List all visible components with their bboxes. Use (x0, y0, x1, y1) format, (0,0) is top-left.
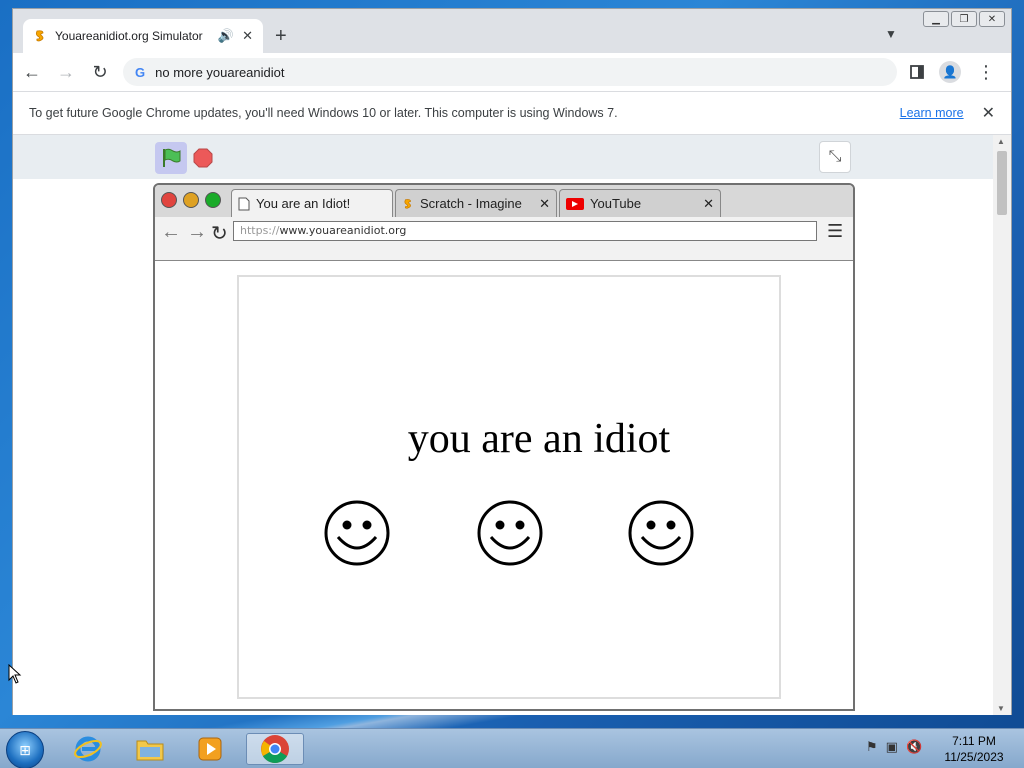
sim-url-protocol: https:// (240, 224, 280, 237)
sim-tab-title: YouTube (590, 196, 642, 211)
system-clock[interactable]: 7:11 PM 11/25/2023 (936, 733, 1012, 765)
volume-muted-icon[interactable]: 🔇 (906, 739, 922, 755)
sim-tab-youtube[interactable]: YouTube ✕ (559, 189, 721, 217)
sim-menu-icon[interactable]: ☰ (827, 221, 843, 242)
profile-avatar[interactable]: 👤 (939, 61, 961, 83)
action-center-flag-icon[interactable]: ⚑ (866, 739, 878, 755)
system-tray: ⚑ ▣ 🔇 (866, 739, 922, 755)
scroll-thumb[interactable] (997, 151, 1007, 215)
chrome-taskbar-button[interactable] (246, 733, 304, 765)
sim-tab-strip: You are an Idiot! Scratch - Imagine ✕ Yo… (155, 185, 853, 217)
sim-tab-idiot[interactable]: You are an Idiot! (231, 189, 393, 217)
menu-icon[interactable]: ⋮ (975, 62, 997, 83)
start-button[interactable]: ⊞ (6, 731, 44, 768)
learn-more-link[interactable]: Learn more (900, 106, 964, 120)
sim-back-icon[interactable]: ← (161, 221, 181, 244)
scroll-up-icon[interactable]: ▲ (997, 137, 1005, 146)
internet-explorer-icon (74, 736, 102, 762)
close-window-button[interactable]: ✕ (979, 11, 1005, 27)
sim-address-bar[interactable]: https://www.youareanidiot.org (233, 221, 817, 241)
address-bar[interactable]: G no more youareanidiot (123, 58, 897, 86)
sim-url-host: www.youareanidiot.org (279, 224, 407, 237)
taskbar: ⊞ ⚑ ▣ 🔇 7:11 PM 11/25/2023 (0, 728, 1024, 768)
minimize-button[interactable]: ▁ (923, 11, 949, 27)
toolbar: ← → ↻ G no more youareanidiot 👤 ⋮ (13, 53, 1011, 91)
reload-button[interactable]: ↻ (89, 62, 111, 83)
sim-page: you are an idiot (237, 275, 781, 699)
maximize-button[interactable]: ❐ (951, 11, 977, 27)
sim-tab-title: You are an Idiot! (256, 196, 351, 211)
tab-title: Youareanidiot.org Simulator (55, 29, 203, 43)
sim-toolbar: ← → ↻ https://www.youareanidiot.org ☰ (155, 217, 853, 261)
google-icon: G (135, 64, 146, 80)
side-panel-icon[interactable] (909, 64, 925, 80)
shrink-icon: ⤡ (828, 148, 842, 165)
mouse-cursor-icon (8, 664, 22, 684)
page-content: ⤡ You are an Idiot! Scratch - Imagine ✕ … (13, 135, 995, 715)
back-button[interactable]: ← (21, 62, 43, 83)
chrome-window: Youareanidiot.org Simulator 🔊 ✕ + ▼ ▁ ❐ … (12, 8, 1012, 715)
simulated-browser: You are an Idiot! Scratch - Imagine ✕ Yo… (153, 183, 855, 711)
scroll-down-icon[interactable]: ▼ (997, 704, 1005, 713)
sim-tab-scratch[interactable]: Scratch - Imagine ✕ (395, 189, 557, 217)
sim-tab-close-icon[interactable]: ✕ (703, 196, 714, 212)
vertical-scrollbar[interactable]: ▲ ▼ (993, 135, 1011, 715)
window-controls: ▁ ❐ ✕ (923, 11, 1005, 27)
infobar-close-icon[interactable]: ✕ (982, 103, 995, 123)
youtube-icon (566, 197, 584, 210)
smiley-icon (324, 500, 390, 566)
tab-strip: Youareanidiot.org Simulator 🔊 ✕ + ▼ ▁ ❐ … (13, 9, 1011, 53)
update-infobar: To get future Google Chrome updates, you… (13, 91, 1011, 135)
tab-close-icon[interactable]: ✕ (242, 28, 253, 44)
sim-tab-title: Scratch - Imagine (420, 196, 522, 211)
clock-date: 11/25/2023 (944, 750, 1004, 764)
forward-button[interactable]: → (55, 62, 77, 83)
new-tab-button[interactable]: + (275, 25, 287, 48)
infobar-message: To get future Google Chrome updates, you… (29, 106, 618, 120)
file-explorer-button[interactable] (128, 733, 172, 765)
sim-maximize-dot[interactable] (205, 192, 221, 208)
network-icon[interactable]: ▣ (886, 739, 898, 755)
sim-forward-icon[interactable]: → (187, 221, 207, 244)
green-flag-icon (163, 148, 181, 167)
tab-search-chevron-icon[interactable]: ▼ (885, 27, 897, 41)
stop-button[interactable] (193, 148, 213, 168)
idiot-message: you are an idiot (407, 416, 671, 462)
sim-minimize-dot[interactable] (183, 192, 199, 208)
windows-logo-icon: ⊞ (19, 741, 31, 758)
media-player-icon (198, 737, 222, 761)
sim-tab-close-icon[interactable]: ✕ (539, 196, 550, 212)
media-player-button[interactable] (188, 733, 232, 765)
smiley-icon (477, 500, 543, 566)
folder-icon (136, 740, 164, 761)
address-text[interactable]: no more youareanidiot (155, 65, 284, 80)
smiley-icon (628, 500, 694, 566)
scratch-player-bar: ⤡ (13, 135, 995, 179)
tab-simulator[interactable]: Youareanidiot.org Simulator 🔊 ✕ (23, 19, 263, 53)
sim-reload-icon[interactable]: ↻ (211, 221, 228, 246)
chrome-icon (261, 735, 289, 763)
scratch-icon (404, 198, 411, 209)
scratch-icon (35, 30, 44, 42)
sim-close-dot[interactable] (161, 192, 177, 208)
page-icon (238, 197, 250, 210)
clock-time: 7:11 PM (952, 734, 996, 748)
green-flag-button[interactable] (155, 142, 187, 174)
exit-fullscreen-button[interactable]: ⤡ (819, 141, 851, 173)
speaker-icon[interactable]: 🔊 (218, 28, 234, 44)
internet-explorer-button[interactable] (66, 733, 110, 765)
